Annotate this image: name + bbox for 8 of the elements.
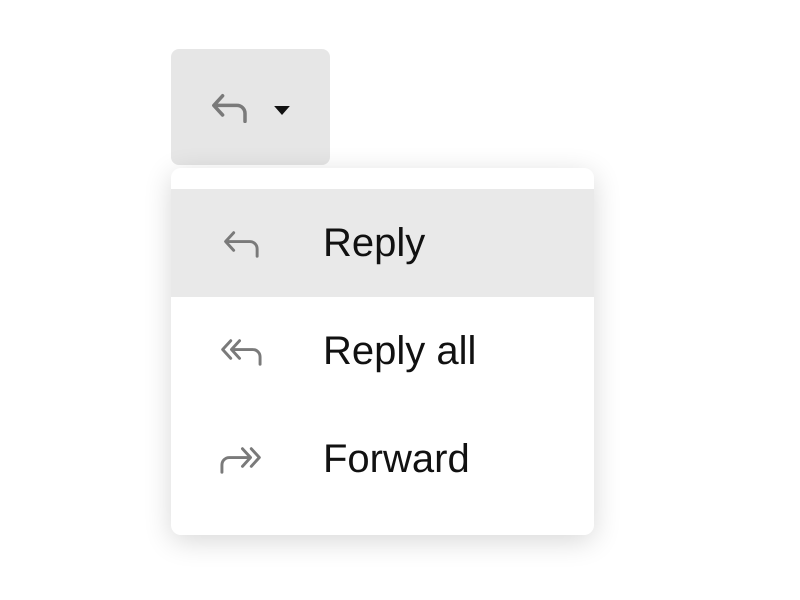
caret-icon: [274, 106, 290, 114]
menu-item[interactable]: Reply: [171, 189, 594, 297]
double-forward-arrow-icon: [219, 444, 263, 474]
reply-menu-button[interactable]: [171, 49, 330, 165]
double-reply-arrow-icon: [219, 336, 263, 366]
reply-arrow-icon: [209, 91, 249, 123]
menu-item[interactable]: Forward: [171, 405, 594, 513]
menu-item[interactable]: Reply all: [171, 297, 594, 405]
